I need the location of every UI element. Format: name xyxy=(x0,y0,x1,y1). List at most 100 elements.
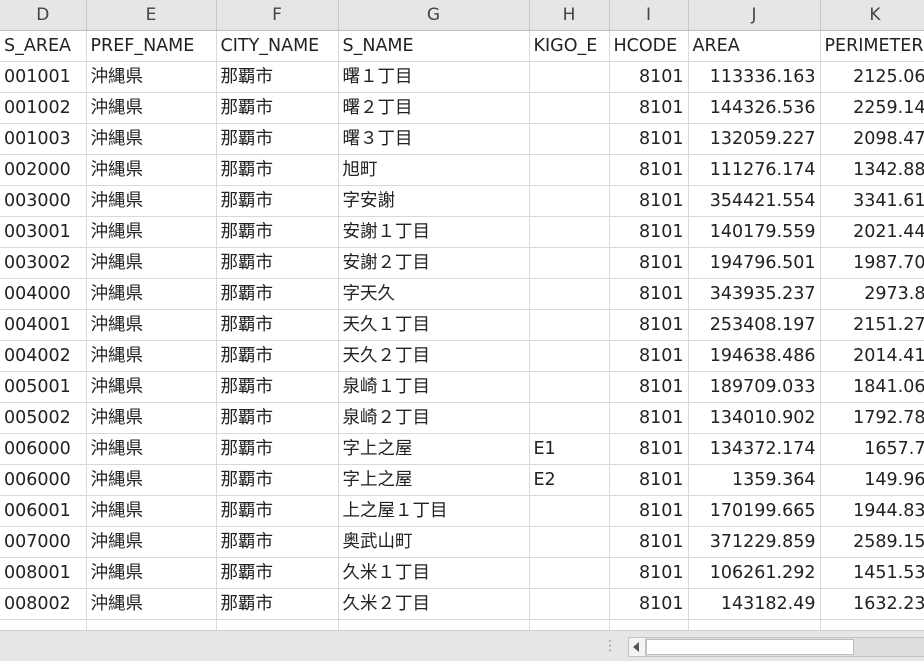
cell[interactable] xyxy=(216,619,339,630)
cell[interactable]: S_NAME xyxy=(338,30,530,62)
cell[interactable]: 久米２丁目 xyxy=(338,588,530,620)
cell[interactable]: 8101 xyxy=(609,526,689,558)
cell[interactable]: 006000 xyxy=(0,433,87,465)
cell[interactable]: 005001 xyxy=(0,371,87,403)
cell[interactable]: 149.96 xyxy=(820,464,924,496)
cell[interactable]: 泉崎２丁目 xyxy=(338,402,530,434)
cell[interactable]: 8101 xyxy=(609,247,689,279)
cell[interactable]: 沖縄県 xyxy=(86,247,217,279)
cell[interactable]: 004002 xyxy=(0,340,87,372)
cell[interactable]: 那覇市 xyxy=(216,61,339,93)
column-header-g[interactable]: G xyxy=(338,0,530,31)
cell[interactable]: 沖縄県 xyxy=(86,588,217,620)
cell[interactable]: 354421.554 xyxy=(688,185,821,217)
cell[interactable]: 8101 xyxy=(609,185,689,217)
cell[interactable]: 久米１丁目 xyxy=(338,557,530,589)
cell[interactable]: 沖縄県 xyxy=(86,154,217,186)
cell[interactable]: 004001 xyxy=(0,309,87,341)
cell[interactable]: 001003 xyxy=(0,123,87,155)
cell[interactable]: 那覇市 xyxy=(216,402,339,434)
cell[interactable]: 2098.47 xyxy=(820,123,924,155)
cell[interactable]: S_AREA xyxy=(0,30,87,62)
cell[interactable]: 沖縄県 xyxy=(86,495,217,527)
cell[interactable]: 字天久 xyxy=(338,278,530,310)
cell[interactable]: 170199.665 xyxy=(688,495,821,527)
cell[interactable]: 106261.292 xyxy=(688,557,821,589)
scrollbar-thumb[interactable] xyxy=(646,639,854,655)
cell[interactable] xyxy=(529,340,610,372)
cell[interactable]: 1359.364 xyxy=(688,464,821,496)
cell[interactable]: 那覇市 xyxy=(216,526,339,558)
column-header-d[interactable]: D xyxy=(0,0,87,31)
cell[interactable]: 8101 xyxy=(609,495,689,527)
cell[interactable]: 8101 xyxy=(609,588,689,620)
cell[interactable]: 8101 xyxy=(609,92,689,124)
cell[interactable]: 8101 xyxy=(609,123,689,155)
cell[interactable]: 007000 xyxy=(0,526,87,558)
cell[interactable]: 002000 xyxy=(0,154,87,186)
cell[interactable]: 那覇市 xyxy=(216,340,339,372)
cell[interactable]: 8101 xyxy=(609,433,689,465)
cell[interactable] xyxy=(529,371,610,403)
cell[interactable]: 安謝１丁目 xyxy=(338,216,530,248)
cell[interactable]: 曙３丁目 xyxy=(338,123,530,155)
cell[interactable]: 奥武山町 xyxy=(338,526,530,558)
cell[interactable] xyxy=(820,619,924,630)
cell[interactable]: 那覇市 xyxy=(216,309,339,341)
cell[interactable]: PERIMETER xyxy=(820,30,924,62)
cell[interactable]: 134010.902 xyxy=(688,402,821,434)
cell[interactable]: 2589.15 xyxy=(820,526,924,558)
cell[interactable] xyxy=(529,495,610,527)
cell[interactable]: 沖縄県 xyxy=(86,185,217,217)
cell[interactable]: 沖縄県 xyxy=(86,402,217,434)
cell[interactable]: 8101 xyxy=(609,464,689,496)
cell[interactable] xyxy=(529,216,610,248)
split-grip-icon[interactable]: ⋮ xyxy=(603,639,617,653)
cell[interactable]: 371229.859 xyxy=(688,526,821,558)
cell[interactable]: 2259.14 xyxy=(820,92,924,124)
cell[interactable]: 8101 xyxy=(609,278,689,310)
cell[interactable]: 字上之屋 xyxy=(338,433,530,465)
cell[interactable]: 8101 xyxy=(609,309,689,341)
cell[interactable] xyxy=(529,402,610,434)
cell[interactable]: 沖縄県 xyxy=(86,371,217,403)
cell[interactable]: 那覇市 xyxy=(216,92,339,124)
cell[interactable]: 沖縄県 xyxy=(86,123,217,155)
cell[interactable]: 沖縄県 xyxy=(86,526,217,558)
cell[interactable]: 沖縄県 xyxy=(86,309,217,341)
cell[interactable]: CITY_NAME xyxy=(216,30,339,62)
cell[interactable]: 1342.88 xyxy=(820,154,924,186)
cell[interactable]: 194796.501 xyxy=(688,247,821,279)
cell[interactable]: 2973.8 xyxy=(820,278,924,310)
cell[interactable]: 旭町 xyxy=(338,154,530,186)
cell[interactable]: 003001 xyxy=(0,216,87,248)
cell[interactable]: 003002 xyxy=(0,247,87,279)
cell[interactable]: 8101 xyxy=(609,154,689,186)
cell[interactable]: 沖縄県 xyxy=(86,557,217,589)
cell[interactable]: 字安謝 xyxy=(338,185,530,217)
cell[interactable]: 2151.27 xyxy=(820,309,924,341)
scroll-left-arrow-icon[interactable] xyxy=(628,637,646,657)
cell[interactable]: 140179.559 xyxy=(688,216,821,248)
cell[interactable]: 132059.227 xyxy=(688,123,821,155)
cell[interactable]: 天久１丁目 xyxy=(338,309,530,341)
cell[interactable]: 008001 xyxy=(0,557,87,589)
cell[interactable]: E1 xyxy=(529,433,610,465)
cell[interactable]: 8101 xyxy=(609,61,689,93)
cell[interactable]: 那覇市 xyxy=(216,247,339,279)
cell[interactable]: 那覇市 xyxy=(216,216,339,248)
column-header-e[interactable]: E xyxy=(86,0,217,31)
cell[interactable]: 1987.70 xyxy=(820,247,924,279)
cell[interactable]: 曙１丁目 xyxy=(338,61,530,93)
cell[interactable]: E2 xyxy=(529,464,610,496)
cell[interactable]: 那覇市 xyxy=(216,557,339,589)
cell[interactable]: 那覇市 xyxy=(216,185,339,217)
cell[interactable]: 那覇市 xyxy=(216,433,339,465)
cell[interactable]: 144326.536 xyxy=(688,92,821,124)
cell[interactable]: 沖縄県 xyxy=(86,464,217,496)
cell[interactable]: 那覇市 xyxy=(216,495,339,527)
cell[interactable]: 8101 xyxy=(609,371,689,403)
cell[interactable]: 天久２丁目 xyxy=(338,340,530,372)
cell[interactable] xyxy=(529,278,610,310)
cell[interactable] xyxy=(529,309,610,341)
